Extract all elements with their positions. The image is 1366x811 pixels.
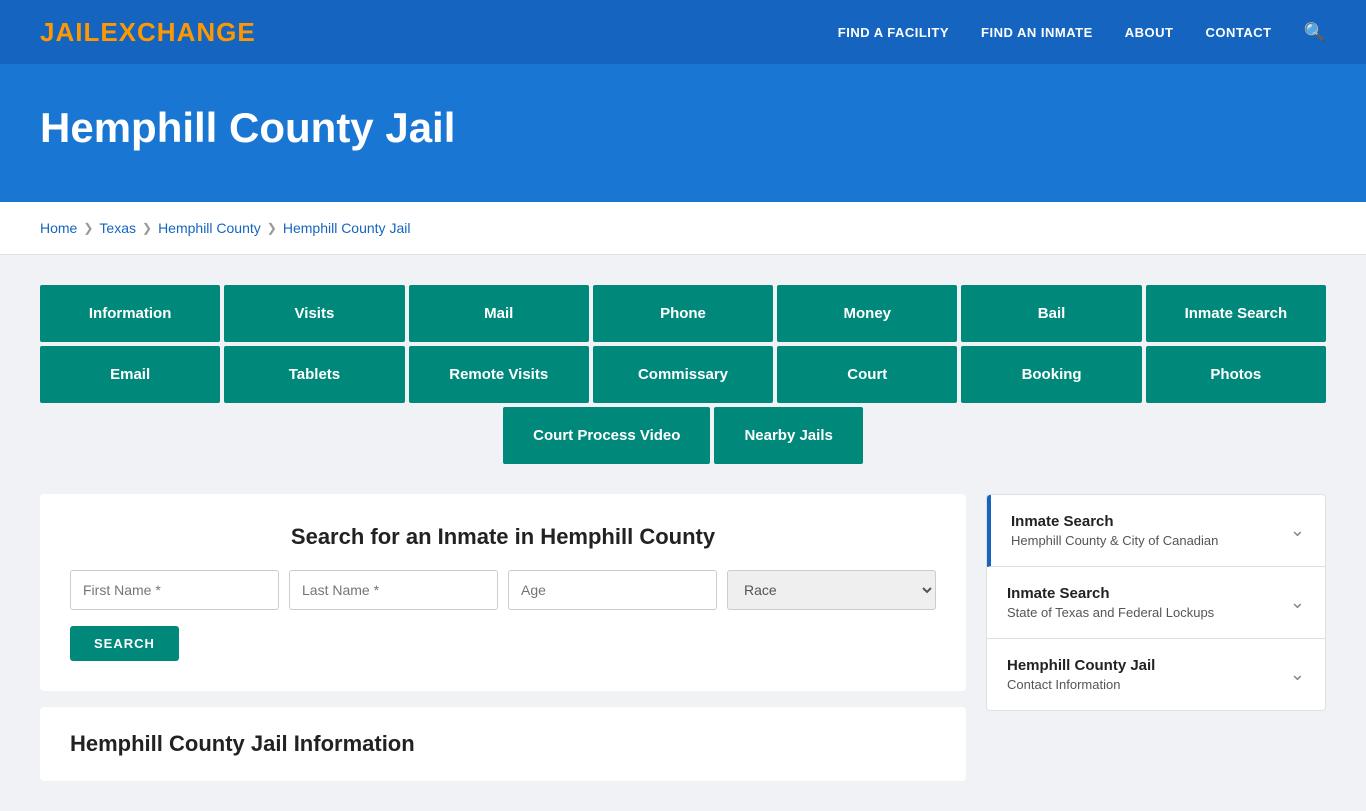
tile-court[interactable]: Court bbox=[777, 346, 957, 403]
search-button[interactable]: SEARCH bbox=[70, 626, 179, 661]
nav-about[interactable]: ABOUT bbox=[1125, 25, 1174, 40]
search-icon[interactable]: 🔍 bbox=[1304, 22, 1326, 43]
tile-email[interactable]: Email bbox=[40, 346, 220, 403]
search-inputs: Race White Black Hispanic Asian Other bbox=[70, 570, 936, 610]
last-name-input[interactable] bbox=[289, 570, 498, 610]
tile-tablets[interactable]: Tablets bbox=[224, 346, 404, 403]
sidebar-item-title-1: Inmate Search bbox=[1011, 513, 1218, 530]
nav-find-facility[interactable]: FIND A FACILITY bbox=[838, 25, 949, 40]
age-input[interactable] bbox=[508, 570, 717, 610]
sidebar-item-inmate-search-local[interactable]: Inmate Search Hemphill County & City of … bbox=[987, 495, 1325, 567]
tile-bail[interactable]: Bail bbox=[961, 285, 1141, 342]
sidebar-item-subtitle-2: State of Texas and Federal Lockups bbox=[1007, 605, 1214, 620]
breadcrumb: Home ❯ Texas ❯ Hemphill County ❯ Hemphil… bbox=[0, 202, 1366, 255]
chevron-down-icon-1: ⌄ bbox=[1290, 520, 1305, 541]
search-panel: Search for an Inmate in Hemphill County … bbox=[40, 494, 966, 691]
breadcrumb-home[interactable]: Home bbox=[40, 220, 77, 236]
breadcrumb-sep-2: ❯ bbox=[142, 221, 152, 235]
sidebar-item-subtitle-3: Contact Information bbox=[1007, 677, 1155, 692]
content-area: Information Visits Mail Phone Money Bail… bbox=[0, 255, 1366, 811]
logo-part1: JAIL bbox=[40, 17, 100, 47]
sidebar-item-subtitle-1: Hemphill County & City of Canadian bbox=[1011, 533, 1218, 548]
tile-booking[interactable]: Booking bbox=[961, 346, 1141, 403]
search-panel-title: Search for an Inmate in Hemphill County bbox=[70, 524, 936, 550]
page-title: Hemphill County Jail bbox=[40, 104, 1326, 152]
tile-phone[interactable]: Phone bbox=[593, 285, 773, 342]
sidebar-item-inmate-search-state[interactable]: Inmate Search State of Texas and Federal… bbox=[987, 567, 1325, 639]
breadcrumb-sep-1: ❯ bbox=[83, 221, 93, 235]
tile-information[interactable]: Information bbox=[40, 285, 220, 342]
tile-photos[interactable]: Photos bbox=[1146, 346, 1326, 403]
info-section-title: Hemphill County Jail Information bbox=[70, 731, 936, 757]
main-nav: FIND A FACILITY FIND AN INMATE ABOUT CON… bbox=[838, 22, 1326, 43]
tile-remote-visits[interactable]: Remote Visits bbox=[409, 346, 589, 403]
tile-commissary[interactable]: Commissary bbox=[593, 346, 773, 403]
sidebar-item-title-3: Hemphill County Jail bbox=[1007, 657, 1155, 674]
tile-money[interactable]: Money bbox=[777, 285, 957, 342]
tile-row-2: Email Tablets Remote Visits Commissary C… bbox=[40, 346, 1326, 403]
breadcrumb-sep-3: ❯ bbox=[267, 221, 277, 235]
tile-visits[interactable]: Visits bbox=[224, 285, 404, 342]
tile-row-1: Information Visits Mail Phone Money Bail… bbox=[40, 285, 1326, 342]
hero-section: Hemphill County Jail bbox=[0, 64, 1366, 202]
tile-court-process-video[interactable]: Court Process Video bbox=[503, 407, 710, 464]
breadcrumb-current: Hemphill County Jail bbox=[283, 220, 411, 236]
main-layout: Search for an Inmate in Hemphill County … bbox=[40, 494, 1326, 781]
info-section: Hemphill County Jail Information bbox=[40, 707, 966, 781]
site-header: JAILEXCHANGE FIND A FACILITY FIND AN INM… bbox=[0, 0, 1366, 64]
tile-inmate-search[interactable]: Inmate Search bbox=[1146, 285, 1326, 342]
sidebar-item-contact-info[interactable]: Hemphill County Jail Contact Information… bbox=[987, 639, 1325, 710]
tile-mail[interactable]: Mail bbox=[409, 285, 589, 342]
breadcrumb-hemphill-county[interactable]: Hemphill County bbox=[158, 220, 261, 236]
race-select[interactable]: Race White Black Hispanic Asian Other bbox=[727, 570, 936, 610]
chevron-down-icon-3: ⌄ bbox=[1290, 664, 1305, 685]
tile-nearby-jails[interactable]: Nearby Jails bbox=[714, 407, 862, 464]
nav-find-inmate[interactable]: FIND AN INMATE bbox=[981, 25, 1093, 40]
tile-row-3: Court Process Video Nearby Jails bbox=[40, 407, 1326, 464]
logo-part2: EXCHANGE bbox=[100, 17, 255, 47]
sidebar: Inmate Search Hemphill County & City of … bbox=[986, 494, 1326, 711]
site-logo[interactable]: JAILEXCHANGE bbox=[40, 17, 256, 48]
chevron-down-icon-2: ⌄ bbox=[1290, 592, 1305, 613]
breadcrumb-texas[interactable]: Texas bbox=[99, 220, 136, 236]
first-name-input[interactable] bbox=[70, 570, 279, 610]
nav-contact[interactable]: CONTACT bbox=[1205, 25, 1271, 40]
sidebar-item-title-2: Inmate Search bbox=[1007, 585, 1214, 602]
